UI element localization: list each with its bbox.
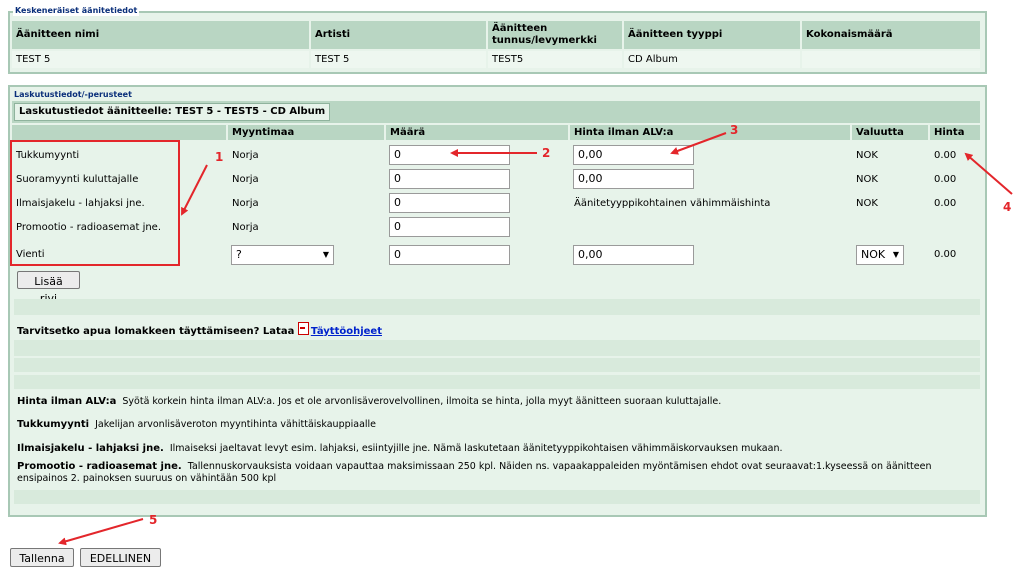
annotation-overlay	[10, 132, 1013, 546]
annotation-5: 5	[149, 513, 158, 527]
arrow-5	[58, 518, 144, 546]
highlight-box	[10, 140, 180, 266]
annotation-3: 3	[730, 123, 739, 137]
annotation-1: 1	[215, 150, 224, 164]
arrow-3	[670, 132, 727, 155]
arrow-1	[181, 164, 208, 216]
arrow-4	[964, 152, 1013, 195]
annotation-4: 4	[1003, 200, 1012, 214]
annotation-2: 2	[542, 146, 551, 160]
